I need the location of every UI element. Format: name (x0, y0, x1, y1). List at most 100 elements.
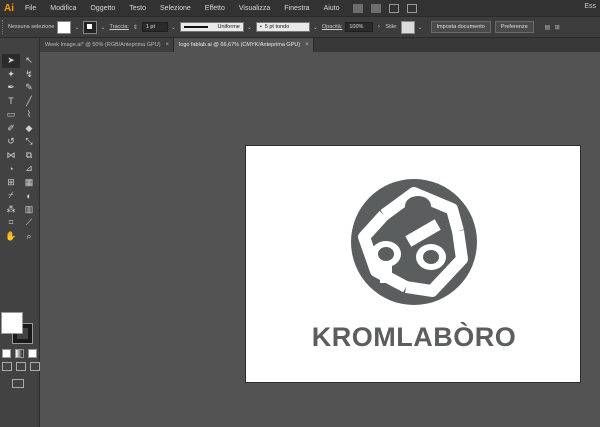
app-logo: Ai (4, 2, 14, 14)
artboard[interactable]: KROMLABÒRO (245, 145, 581, 383)
line-icon[interactable]: ╱ (20, 95, 38, 109)
opacity-label[interactable]: Opacità: (322, 24, 342, 30)
draw-normal-icon[interactable] (2, 362, 12, 371)
menu-icon-group (352, 3, 417, 13)
tab-logo-fablab[interactable]: logo fablab.ai @ 66,67% (CMYK/Anteprima … (174, 38, 314, 52)
rectangle-icon[interactable]: ▭ (2, 108, 20, 122)
stepper-icon[interactable]: ⇕ (132, 22, 139, 33)
tools-panel: ➤ ↖ ✦ ↯ ✒ ✎ T ╱ ▭ ⌇ ✐ ◆ ↺ ⤡ ⋈ ⧉ ◔ ⊿ ⊞ ▦ … (0, 38, 40, 427)
brush-dot-icon: • (259, 24, 262, 30)
logo-node-right-inner (423, 250, 439, 264)
document-setup-button[interactable]: Imposta documento (430, 21, 491, 33)
hand-icon[interactable]: ✋ (2, 230, 20, 244)
draw-mode-row (2, 362, 40, 371)
magic-wand-icon[interactable]: ✦ (2, 68, 20, 82)
shaper-icon[interactable]: ✐ (2, 122, 20, 136)
artboard-icon[interactable]: ⌗ (2, 216, 20, 230)
arrange-documents-icon[interactable] (388, 3, 399, 13)
symbol-sprayer-icon[interactable]: ⁂ (2, 203, 20, 217)
workspace-switcher[interactable]: Ess (584, 3, 596, 10)
chevron-down-icon[interactable]: ⌄ (99, 22, 106, 33)
profile-line-icon (183, 26, 208, 28)
none-mode-icon[interactable] (28, 349, 37, 358)
transform-icon[interactable]: ⊞ (554, 22, 561, 33)
logo-wordmark: KROMLABÒRO (311, 322, 517, 352)
profile-label: Uniforme (217, 24, 240, 30)
stroke-swatch[interactable] (83, 20, 98, 34)
align-icon[interactable]: ▤ (544, 22, 551, 33)
bridge-icon[interactable] (352, 3, 363, 13)
menu-bar: Ai File Modifica Oggetto Testo Selezione… (0, 0, 600, 16)
scale-icon[interactable]: ⤡ (20, 135, 38, 149)
brush-label: 5 pt tondo (264, 24, 290, 30)
screen-mode-icon[interactable] (12, 379, 24, 388)
close-icon[interactable]: × (166, 42, 170, 48)
kromlaboro-logo-mark (351, 179, 477, 305)
lasso-icon[interactable]: ↯ (20, 68, 38, 82)
perspective-icon[interactable]: ⊿ (20, 162, 38, 176)
width-icon[interactable]: ⋈ (2, 149, 20, 163)
chevron-down-icon[interactable]: ⌄ (246, 22, 253, 33)
menu-finestra[interactable]: Finestra (277, 5, 316, 12)
stroke-label[interactable]: Traccia: (109, 24, 128, 30)
preferences-button[interactable]: Preferenze (494, 21, 534, 33)
menu-visualizza[interactable]: Visualizza (232, 5, 277, 12)
tab-label: Week Image.ai* @ 50% (RGB/Anteprima GPU) (45, 42, 161, 48)
brush-select[interactable]: • 5 pt tondo (255, 22, 310, 32)
free-transform-icon[interactable]: ⧉ (20, 149, 38, 163)
color-mode-icon[interactable] (2, 349, 11, 358)
close-icon[interactable]: × (305, 42, 309, 48)
column-graph-icon[interactable]: ▥ (20, 203, 38, 217)
gradient-icon[interactable]: ▦ (20, 176, 38, 190)
mesh-icon[interactable]: ⊞ (2, 176, 20, 190)
paintbrush-icon[interactable]: ⌇ (20, 108, 38, 122)
menu-selezione[interactable]: Selezione (153, 5, 198, 12)
fill-stroke-widget[interactable] (1, 312, 35, 346)
menu-file[interactable]: File (18, 5, 43, 12)
tab-week-image[interactable]: Week Image.ai* @ 50% (RGB/Anteprima GPU)… (40, 38, 175, 52)
menu-testo[interactable]: Testo (122, 5, 153, 12)
grip-handle[interactable] (2, 20, 6, 34)
tool-grid: ➤ ↖ ✦ ↯ ✒ ✎ T ╱ ▭ ⌇ ✐ ◆ ↺ ⤡ ⋈ ⧉ ◔ ⊿ ⊞ ▦ … (0, 38, 39, 243)
chevron-down-icon[interactable]: ⌄ (417, 22, 424, 33)
menu-oggetto[interactable]: Oggetto (83, 5, 122, 12)
stroke-weight-field[interactable]: 1 pt (141, 22, 168, 32)
style-swatch[interactable] (400, 20, 415, 34)
logo-node-left-inner (378, 247, 394, 261)
selection-status: Nessuna selezione (8, 24, 55, 30)
menu-aiuto[interactable]: Aiuto (317, 5, 347, 12)
control-bar: Nessuna selezione ⌄ ⌄ Traccia: ⇕ 1 pt ⌄ … (0, 16, 600, 38)
fill-box[interactable] (1, 312, 23, 334)
logo-stem-left (380, 261, 392, 283)
stroke-profile-select[interactable]: Uniforme (179, 22, 244, 32)
eyedropper-icon[interactable]: ⌿ (2, 189, 20, 203)
curvature-icon[interactable]: ✎ (20, 81, 38, 95)
blend-icon[interactable]: ◐ (20, 189, 38, 203)
send-icon[interactable] (406, 3, 417, 13)
opacity-field[interactable]: 100% (345, 22, 374, 32)
menu-modifica[interactable]: Modifica (43, 5, 83, 12)
slice-icon[interactable]: ⟋ (20, 216, 38, 230)
chevron-down-icon[interactable]: ⌄ (312, 22, 319, 33)
chevron-right-icon[interactable]: › (375, 22, 382, 33)
color-mode-row (2, 349, 37, 358)
document-tabs: Week Image.ai* @ 50% (RGB/Anteprima GPU)… (40, 38, 600, 52)
fill-swatch[interactable] (57, 20, 72, 34)
tab-label: logo fablab.ai @ 66,67% (CMYK/Anteprima … (179, 42, 301, 48)
chevron-down-icon[interactable]: ⌄ (170, 22, 177, 33)
direct-selection-icon[interactable]: ↖ (20, 54, 38, 68)
eraser-icon[interactable]: ◆ (20, 122, 38, 136)
draw-behind-icon[interactable] (16, 362, 26, 371)
logo-node-top (405, 196, 431, 216)
draw-inside-icon[interactable] (30, 362, 40, 371)
menu-effetto[interactable]: Effetto (198, 5, 232, 12)
shape-builder-icon[interactable]: ◔ (2, 162, 20, 176)
stock-icon[interactable] (370, 3, 381, 13)
rotate-icon[interactable]: ↺ (2, 135, 20, 149)
gradient-mode-icon[interactable] (15, 349, 24, 358)
chevron-down-icon[interactable]: ⌄ (73, 22, 80, 33)
type-icon[interactable]: T (2, 95, 20, 109)
pen-icon[interactable]: ✒ (2, 81, 20, 95)
selection-icon[interactable]: ➤ (2, 54, 20, 68)
zoom-icon[interactable]: ⌕ (20, 230, 38, 244)
